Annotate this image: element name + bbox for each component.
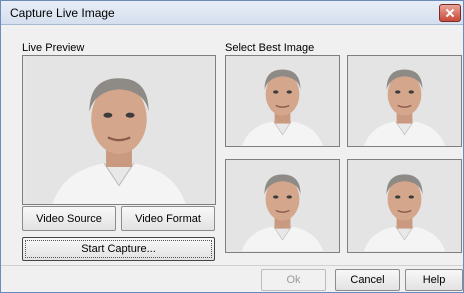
select-best-image-label: Select Best Image xyxy=(225,42,315,54)
title-bar[interactable]: Capture Live Image xyxy=(1,1,463,25)
video-source-button[interactable]: Video Source xyxy=(22,206,116,231)
capture-live-image-dialog: Capture Live Image Live Preview Select B… xyxy=(0,0,464,293)
captured-face-image xyxy=(348,56,461,146)
window-title: Capture Live Image xyxy=(10,6,115,20)
ok-button[interactable]: Ok xyxy=(261,269,326,291)
captured-face-image xyxy=(226,160,339,252)
live-preview-face-image xyxy=(23,56,215,204)
captured-image-2[interactable] xyxy=(347,55,462,147)
live-preview-label: Live Preview xyxy=(22,42,85,54)
video-format-button[interactable]: Video Format xyxy=(121,206,215,231)
cancel-button[interactable]: Cancel xyxy=(335,269,400,291)
captured-face-image xyxy=(348,160,461,252)
captured-face-image xyxy=(226,56,339,146)
live-preview-video xyxy=(22,55,216,205)
help-button[interactable]: Help xyxy=(405,269,463,291)
captured-image-1[interactable] xyxy=(225,55,340,147)
captured-image-4[interactable] xyxy=(347,159,462,253)
captured-image-3[interactable] xyxy=(225,159,340,253)
close-icon[interactable] xyxy=(439,4,461,22)
start-capture-button[interactable]: Start Capture... xyxy=(22,237,215,261)
footer-divider xyxy=(1,265,463,266)
